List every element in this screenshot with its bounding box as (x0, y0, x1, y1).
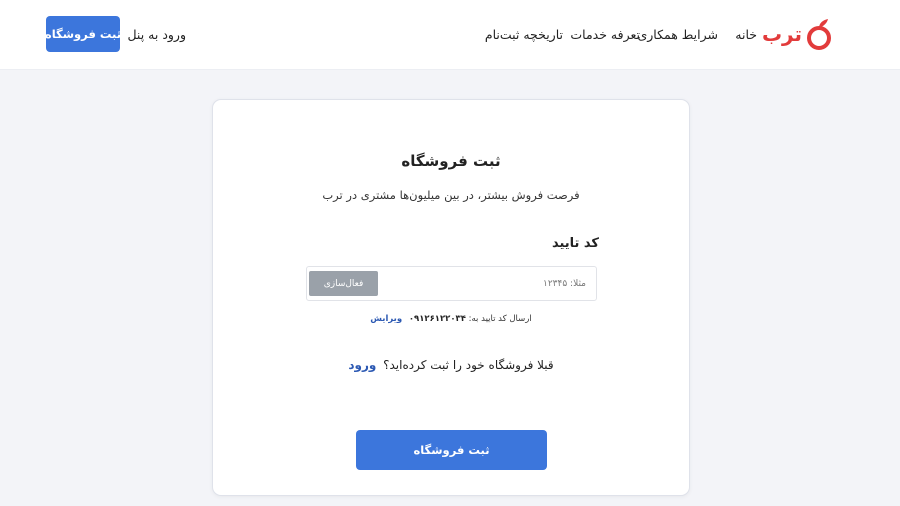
top-header: ترب خانه شرایط همکاری تعرفه خدمات تاریخچ… (0, 0, 900, 70)
edit-phone-link[interactable]: ویرایش (370, 314, 402, 324)
register-store-submit-button[interactable]: ثبت فروشگاه (356, 430, 547, 470)
torob-logo-icon[interactable] (804, 17, 836, 53)
verification-code-input[interactable] (384, 273, 588, 295)
panel-login-link[interactable]: ورود به پنل (127, 27, 186, 42)
nav-service-pricing[interactable]: تعرفه خدمات (570, 27, 640, 42)
activate-button[interactable]: فعال‌سازی (309, 271, 378, 296)
nav-cooperation-terms[interactable]: شرایط همکاری (637, 27, 718, 42)
register-card: ثبت فروشگاه فرصت فروش بیشتر، در بین میلی… (212, 99, 690, 496)
already-registered-row: قبلا فروشگاه خود را ثبت کرده‌اید؟ ورود (213, 358, 689, 372)
brand-name[interactable]: ترب (762, 22, 802, 46)
card-subtitle: فرصت فروش بیشتر، در بین میلیون‌ها مشتری … (322, 188, 580, 202)
verification-code-label: کد تایید (551, 236, 599, 251)
nav-registration-history[interactable]: تاریخچه ثبت‌نام (485, 27, 563, 42)
code-sent-info: ارسال کد تایید به: ۰۹۱۲۶۱۲۲۰۳۴ ویرایش (213, 314, 689, 324)
phone-number: ۰۹۱۲۶۱۲۲۰۳۴ (408, 314, 466, 324)
card-title: ثبت فروشگاه (401, 152, 501, 170)
register-store-header-button[interactable]: ثبت فروشگاه (45, 16, 121, 52)
already-registered-text: قبلا فروشگاه خود را ثبت کرده‌اید؟ (383, 358, 554, 372)
login-link[interactable]: ورود (348, 358, 376, 372)
nav-home[interactable]: خانه (735, 27, 757, 42)
verification-code-field: فعال‌سازی (306, 266, 597, 301)
code-sent-text: ارسال کد تایید به: (468, 314, 532, 324)
